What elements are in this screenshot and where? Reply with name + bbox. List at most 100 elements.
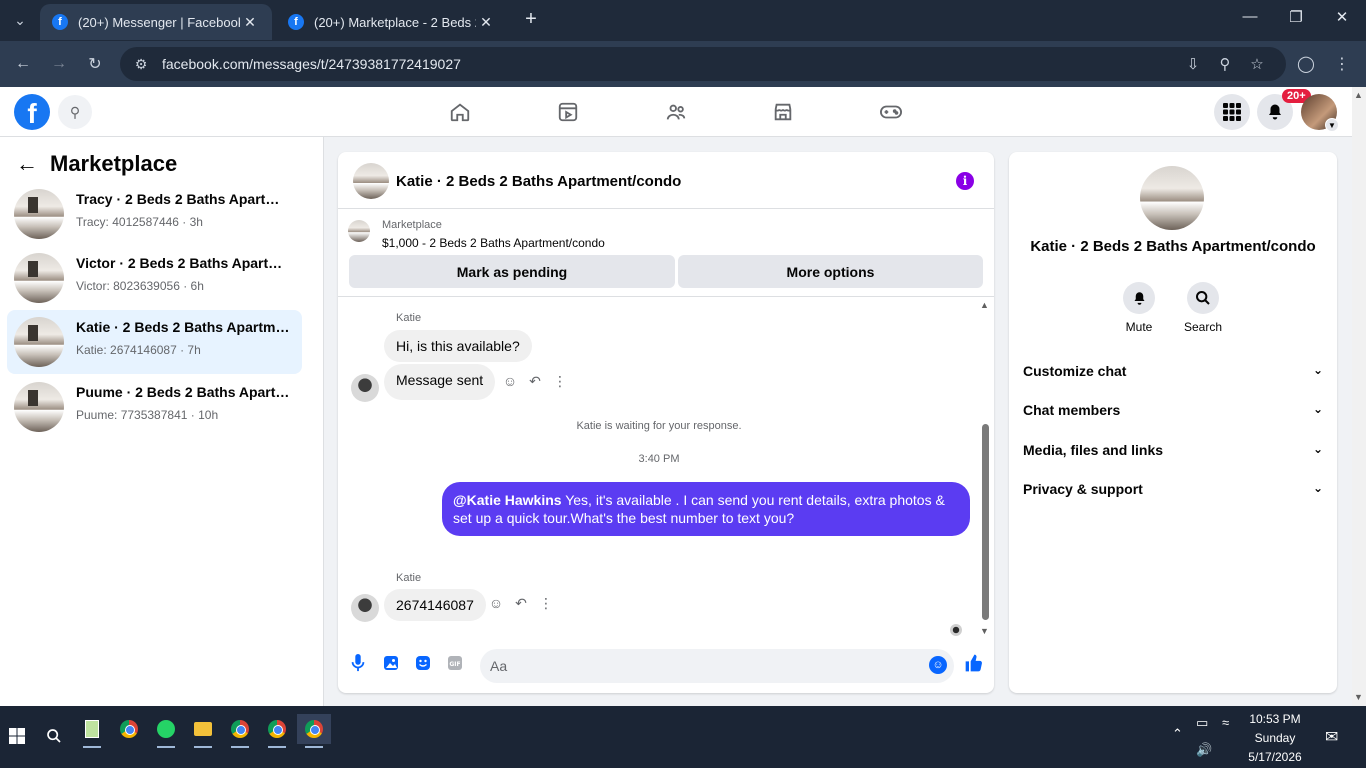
conversation-info-icon[interactable]: i bbox=[956, 172, 974, 190]
chevron-down-icon[interactable]: ⌄ bbox=[1313, 402, 1323, 416]
chat-title[interactable]: Katie · 2 Beds 2 Baths Apartment/condo bbox=[396, 173, 681, 190]
search-icon[interactable] bbox=[1187, 282, 1219, 314]
microphone-icon[interactable] bbox=[348, 653, 368, 673]
chevron-down-icon[interactable]: ⌄ bbox=[1313, 363, 1323, 377]
browser-menu-icon[interactable]: ⋮ bbox=[1330, 52, 1354, 76]
gaming-icon[interactable] bbox=[878, 99, 904, 125]
close-tab-icon[interactable]: ✕ bbox=[476, 14, 496, 31]
react-emoji-icon[interactable]: ☺ bbox=[500, 373, 520, 389]
new-tab-icon[interactable]: + bbox=[520, 8, 542, 30]
incoming-message[interactable]: Hi, is this available? bbox=[384, 330, 532, 362]
chrome-icon[interactable] bbox=[112, 714, 146, 744]
windows-start-icon[interactable] bbox=[0, 721, 34, 751]
listing-banner: Marketplace $1,000 - 2 Beds 2 Baths Apar… bbox=[338, 209, 994, 297]
tray-chevron-up-icon[interactable]: ⌃ bbox=[1172, 726, 1183, 742]
gif-icon[interactable]: GIF bbox=[445, 653, 465, 673]
chat-members-section[interactable]: Chat members ⌄ bbox=[1023, 402, 1323, 418]
media-files-links-section[interactable]: Media, files and links ⌄ bbox=[1023, 442, 1323, 458]
mute-bell-icon[interactable] bbox=[1123, 282, 1155, 314]
volume-icon[interactable]: 🔊 bbox=[1196, 742, 1212, 758]
message-input[interactable]: Aa bbox=[480, 649, 954, 683]
incoming-message[interactable]: Message sent bbox=[384, 364, 496, 400]
facebook-logo-icon[interactable]: f bbox=[14, 94, 50, 130]
listing-price-title[interactable]: $1,000 - 2 Beds 2 Baths Apartment/condo bbox=[382, 236, 605, 250]
page-scrollbar[interactable]: ▲ ▼ bbox=[1352, 87, 1366, 706]
whatsapp-icon[interactable] bbox=[149, 714, 183, 748]
chrome-icon[interactable] bbox=[223, 714, 257, 748]
back-arrow-icon[interactable]: ← bbox=[16, 151, 38, 177]
windows-taskbar: ⌃ ▭ ≈ 🔊 10:53 PM Sunday 5/17/2026 ✉ bbox=[0, 706, 1366, 768]
wifi-icon[interactable]: ≈ bbox=[1222, 715, 1229, 730]
mark-as-pending-button[interactable]: Mark as pending bbox=[349, 255, 675, 288]
file-explorer-icon[interactable] bbox=[186, 714, 220, 748]
tab-marketplace[interactable]: f (20+) Marketplace - 2 Beds 2 Ba ✕ bbox=[276, 4, 508, 40]
system-clock[interactable]: 10:53 PM Sunday 5/17/2026 bbox=[1230, 710, 1320, 767]
reload-icon[interactable]: ↻ bbox=[83, 52, 107, 76]
search-action[interactable]: Search bbox=[1173, 282, 1233, 334]
profile-icon[interactable]: ◯ bbox=[1294, 52, 1318, 76]
battery-icon[interactable]: ▭ bbox=[1196, 715, 1208, 731]
privacy-support-section[interactable]: Privacy & support ⌄ bbox=[1023, 481, 1323, 497]
more-actions-icon[interactable]: ⋮ bbox=[536, 595, 556, 612]
scroll-down-icon[interactable]: ▼ bbox=[980, 626, 989, 636]
install-app-icon[interactable]: ⇩ bbox=[1182, 55, 1204, 73]
katie-avatar[interactable] bbox=[351, 374, 379, 402]
chat-scrollbar[interactable]: ▲ ▼ bbox=[980, 298, 990, 638]
browser-toolbar: ← → ↻ ⚙ facebook.com/messages/t/24739381… bbox=[0, 41, 1366, 87]
incoming-message[interactable]: 2674146087 bbox=[384, 589, 486, 621]
katie-avatar[interactable] bbox=[351, 594, 379, 622]
scroll-up-icon[interactable]: ▲ bbox=[1354, 90, 1363, 100]
customize-chat-section[interactable]: Customize chat ⌄ bbox=[1023, 363, 1323, 379]
restore-icon[interactable]: ❐ bbox=[1284, 8, 1308, 26]
notification-center-icon[interactable]: ✉ bbox=[1325, 727, 1338, 747]
chat-scroll-thumb[interactable] bbox=[982, 424, 989, 620]
search-icon[interactable]: ⚲ bbox=[58, 95, 92, 129]
zoom-icon[interactable]: ⚲ bbox=[1214, 55, 1236, 73]
react-emoji-icon[interactable]: ☺ bbox=[486, 595, 506, 611]
bookmark-star-icon[interactable]: ☆ bbox=[1246, 55, 1268, 73]
conversation-victor[interactable]: Victor · 2 Beds 2 Baths Apartment/condo … bbox=[7, 246, 302, 310]
conversation-puume[interactable]: Puume · 2 Beds 2 Baths Apartment/condo P… bbox=[7, 375, 302, 439]
reply-icon[interactable]: ↶ bbox=[525, 373, 545, 390]
minimize-icon[interactable]: — bbox=[1238, 8, 1262, 25]
chrome-icon[interactable] bbox=[260, 714, 294, 748]
url-text[interactable]: facebook.com/messages/t/2473938177241902… bbox=[162, 56, 461, 72]
chevron-down-icon[interactable]: ⌄ bbox=[1313, 442, 1323, 456]
outgoing-message[interactable]: @Katie Hawkins Yes, it's available . I c… bbox=[442, 482, 970, 536]
chat-listing-thumbnail[interactable] bbox=[353, 163, 389, 199]
info-listing-thumbnail[interactable] bbox=[1140, 166, 1204, 230]
mention-tag[interactable]: @Katie Hawkins bbox=[453, 492, 562, 508]
conversation-tracy[interactable]: Tracy · 2 Beds 2 Baths Apartment/condo T… bbox=[7, 182, 302, 246]
more-options-button[interactable]: More options bbox=[678, 255, 983, 288]
marketplace-icon[interactable] bbox=[770, 99, 796, 125]
menu-grid-icon[interactable] bbox=[1214, 94, 1250, 130]
friends-icon[interactable] bbox=[663, 99, 689, 125]
mute-action[interactable]: Mute bbox=[1109, 282, 1169, 334]
message-timestamp: 3:40 PM bbox=[638, 453, 680, 465]
sticker-icon[interactable] bbox=[413, 653, 433, 673]
close-tab-icon[interactable]: ✕ bbox=[240, 14, 260, 31]
conversation-katie[interactable]: Katie · 2 Beds 2 Baths Apartment/condo K… bbox=[7, 310, 302, 374]
emoji-icon[interactable]: ☺ bbox=[929, 656, 947, 674]
close-window-icon[interactable]: ✕ bbox=[1330, 8, 1354, 26]
back-arrow-icon[interactable]: ← bbox=[11, 52, 35, 76]
address-bar[interactable]: ⚙ facebook.com/messages/t/24739381772419… bbox=[120, 47, 1286, 81]
chrome-active-icon[interactable] bbox=[297, 714, 331, 748]
like-thumbs-up-icon[interactable] bbox=[964, 653, 984, 673]
scroll-up-icon[interactable]: ▲ bbox=[980, 300, 989, 310]
scroll-down-icon[interactable]: ▼ bbox=[1354, 692, 1363, 702]
tab-messenger[interactable]: f (20+) Messenger | Facebook ✕ bbox=[40, 4, 272, 40]
tab-search-chevron-icon[interactable]: ⌄ bbox=[8, 8, 32, 32]
photo-icon[interactable] bbox=[381, 653, 401, 673]
seen-receipt-avatar bbox=[950, 624, 962, 636]
taskbar-search-icon[interactable] bbox=[37, 721, 71, 751]
site-info-icon[interactable]: ⚙ bbox=[124, 56, 158, 73]
account-chevron-icon[interactable]: ▼ bbox=[1325, 118, 1339, 132]
home-icon[interactable] bbox=[447, 99, 473, 125]
video-icon[interactable] bbox=[555, 99, 581, 125]
chevron-down-icon[interactable]: ⌄ bbox=[1313, 481, 1323, 495]
reply-icon[interactable]: ↶ bbox=[511, 595, 531, 612]
more-actions-icon[interactable]: ⋮ bbox=[550, 373, 570, 390]
forward-arrow-icon[interactable]: → bbox=[47, 52, 71, 76]
notepad-icon[interactable] bbox=[75, 714, 109, 748]
